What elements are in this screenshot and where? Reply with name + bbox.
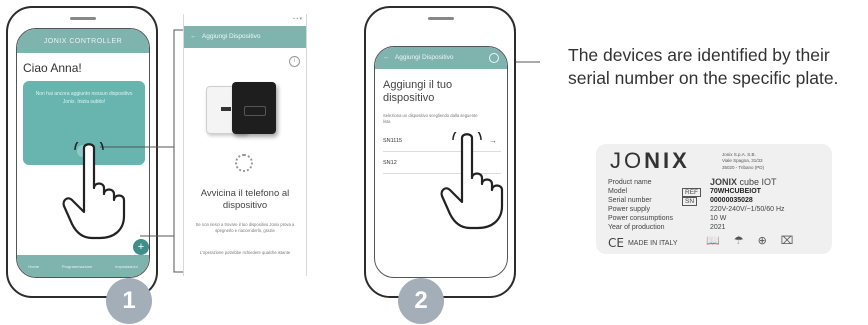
year-value: 2021 — [710, 224, 726, 231]
screen-title: Aggiungi Dispositivo — [394, 54, 454, 61]
device-black-image — [232, 82, 276, 134]
keep-dry-icon: ☂ — [733, 234, 744, 247]
screen-header: ← Aggiungi Dispositivo — [375, 47, 507, 69]
serial-plate: JONIX Jonix S.p.A. S.B. Viale Spagna, 31… — [596, 144, 832, 254]
plate-symbols: 📖 ☂ ⊕ ⌧ — [706, 234, 793, 247]
back-arrow-icon[interactable]: ← — [190, 33, 202, 40]
add-device-screen: ▪ ▪ ▾ ← Aggiungi Dispositivo i Avvicina … — [183, 14, 307, 276]
tapping-hand-icon — [440, 132, 504, 230]
approach-title: Avvicina il telefono al dispositivo — [200, 188, 290, 211]
manual-icon: 📖 — [706, 234, 720, 247]
ref-label: REF — [682, 188, 701, 197]
protection-icon: ⊕ — [757, 234, 767, 247]
product-name-value: JONIX cube IOT — [710, 177, 777, 187]
info-icon[interactable] — [489, 53, 499, 63]
back-arrow-icon[interactable]: ← — [383, 54, 395, 61]
sn-label: SN — [682, 197, 698, 206]
screen-title: Aggiungi Dispositivo — [201, 33, 261, 40]
manufacturer-address: Jonix S.p.A. S.B. Viale Spagna, 31/33 35… — [722, 152, 765, 170]
power-consumption-value: 10 W — [710, 215, 727, 222]
device-serial: SN1115 — [383, 138, 403, 144]
step-badge-1: 1 — [106, 278, 152, 324]
ce-mark: CE — [608, 236, 624, 250]
loading-spinner-icon — [235, 154, 253, 172]
select-device-hint: Seleziona un dispositivo scegliendo dall… — [383, 113, 478, 125]
made-in-italy: MADE IN ITALY — [627, 239, 678, 247]
screen-header: ← Aggiungi Dispositivo — [184, 26, 306, 48]
approach-hint: Se non riesci a trovare il tuo dispositi… — [195, 222, 295, 234]
approach-wait-note: L'operazione potrebbe richiedere qualche… — [199, 250, 291, 255]
info-icon[interactable]: i — [289, 56, 300, 67]
callout-text: The devices are identified by their seri… — [568, 45, 839, 88]
step-badge-2: 2 — [398, 278, 444, 324]
model-value: 70WHCUBEIOT — [710, 188, 761, 195]
weee-bin-icon: ⌧ — [780, 234, 794, 247]
serial-number-value: 00000035028 — [710, 197, 753, 204]
plate-labels: Product name Model Serial number Power s… — [608, 179, 673, 231]
tapping-hand-icon — [62, 142, 126, 240]
status-bar: ▪ ▪ ▾ — [293, 16, 302, 22]
device-serial: SN12 — [383, 160, 397, 166]
power-supply-value: 220V-240V/~1/50/60 Hz — [710, 206, 785, 213]
plate-brand-logo: JONIX — [610, 148, 690, 173]
phone-speaker — [428, 17, 454, 20]
add-device-title: Aggiungi il tuo dispositivo — [383, 79, 453, 104]
plate-values: JONIX cube IOT 70WHCUBEIOT 00000035028 2… — [710, 178, 785, 232]
plate-footer: CE MADE IN ITALY — [608, 236, 678, 250]
